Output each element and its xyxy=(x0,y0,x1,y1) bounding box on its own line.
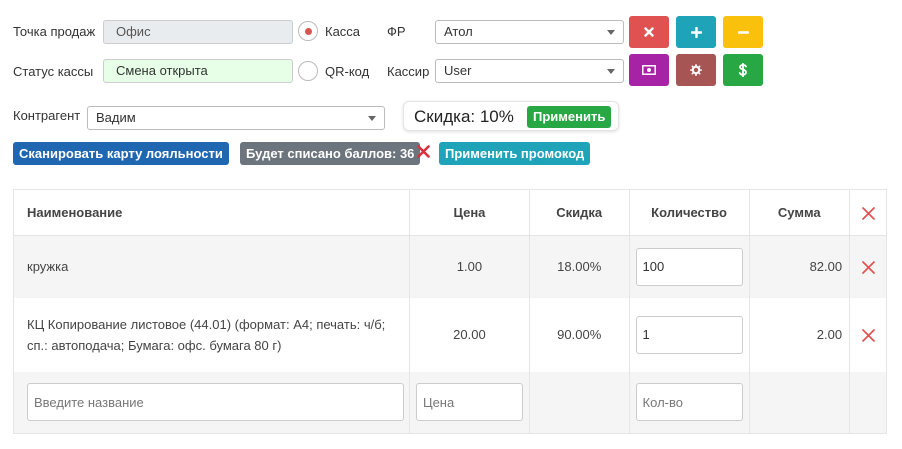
register-status-label: Статус кассы xyxy=(13,64,94,79)
col-header-discount: Скидка xyxy=(529,189,630,236)
clear-all-cell[interactable] xyxy=(849,189,887,236)
table-row: КЦ Копирование листовое (44.01) (формат:… xyxy=(13,297,887,372)
order-items-table: Наименование Цена Скидка Количество Сумм… xyxy=(13,189,887,434)
fr-select-value: Атол xyxy=(444,24,473,39)
new-name-cell xyxy=(13,371,410,434)
item-name: кружка xyxy=(13,235,410,298)
payment-button[interactable] xyxy=(723,54,763,86)
delete-row-cell[interactable] xyxy=(849,235,887,298)
item-qty-input[interactable] xyxy=(635,315,743,354)
cash-button[interactable] xyxy=(629,54,669,86)
clear-all-icon[interactable] xyxy=(861,207,875,220)
delete-row-cell[interactable] xyxy=(849,297,887,372)
times-icon xyxy=(644,27,654,37)
sale-point-label: Точка продаж xyxy=(13,24,96,39)
new-sum-cell xyxy=(749,371,851,434)
plus-icon xyxy=(690,26,702,38)
table-row: кружка 1.00 18.00% 82.00 xyxy=(13,235,887,298)
new-item-row xyxy=(13,371,887,434)
register-status-field: Смена открыта xyxy=(103,59,293,83)
counterparty-label: Контрагент xyxy=(13,108,81,123)
item-name: КЦ Копирование листовое (44.01) (формат:… xyxy=(13,297,410,372)
discount-box: Скидка: 10% Применить xyxy=(403,101,619,131)
discount-text: Скидка: 10% xyxy=(414,107,514,126)
item-discount: 90.00% xyxy=(529,297,630,372)
col-header-quantity: Количество xyxy=(629,189,750,236)
item-discount: 18.00% xyxy=(529,235,630,298)
fr-label: ФР xyxy=(387,24,406,39)
new-del-cell xyxy=(849,371,887,434)
delete-row-icon[interactable] xyxy=(861,329,875,342)
radio-qr-label: QR-код xyxy=(325,64,370,79)
money-icon xyxy=(642,65,656,75)
new-item-name-input[interactable] xyxy=(27,383,404,422)
chevron-down-icon xyxy=(368,116,376,121)
col-header-price: Цена xyxy=(409,189,530,236)
fr-select[interactable]: Атол xyxy=(435,20,624,44)
chevron-down-icon xyxy=(607,69,615,74)
radio-cash-label: Касса xyxy=(325,24,361,39)
new-discount-cell xyxy=(529,371,630,434)
counterparty-select[interactable]: Вадим xyxy=(87,106,385,130)
cashier-select-value: User xyxy=(444,63,472,78)
col-header-name: Наименование xyxy=(13,189,410,236)
new-price-cell xyxy=(409,371,530,434)
counterparty-select-value: Вадим xyxy=(96,110,136,125)
remove-points-icon[interactable] xyxy=(417,145,430,158)
chevron-down-icon xyxy=(607,30,615,35)
subtract-button[interactable] xyxy=(723,16,763,48)
gear-icon xyxy=(690,64,702,76)
apply-promo-button[interactable]: Применить промокод xyxy=(439,142,591,165)
delete-button[interactable] xyxy=(629,16,669,48)
sale-point-field: Офис xyxy=(103,20,293,44)
item-price: 1.00 xyxy=(409,235,530,298)
item-sum: 82.00 xyxy=(749,235,851,298)
dollar-icon xyxy=(738,63,747,77)
new-item-price-input[interactable] xyxy=(415,383,523,422)
cashier-select[interactable]: User xyxy=(435,59,624,83)
radio-qr[interactable] xyxy=(298,61,318,81)
apply-discount-button[interactable]: Применить xyxy=(527,106,612,128)
points-badge: Будет списано баллов: 36 xyxy=(240,142,421,165)
delete-row-icon[interactable] xyxy=(861,261,875,275)
cashier-label: Кассир xyxy=(387,64,430,79)
new-qty-cell xyxy=(629,371,750,434)
radio-cash[interactable] xyxy=(298,21,318,41)
item-qty-input[interactable] xyxy=(635,247,743,286)
settings-button[interactable] xyxy=(676,54,716,86)
col-header-sum: Сумма xyxy=(749,189,851,236)
new-item-qty-input[interactable] xyxy=(635,383,743,422)
scan-loyalty-card-button[interactable]: Сканировать карту лояльности xyxy=(13,142,229,165)
radio-selected-dot xyxy=(305,28,312,35)
item-qty-cell xyxy=(629,235,750,298)
item-price: 20.00 xyxy=(409,297,530,372)
item-qty-cell xyxy=(629,297,750,372)
table-header-row: Наименование Цена Скидка Количество Сумм… xyxy=(13,189,887,236)
minus-icon xyxy=(737,30,749,34)
item-sum: 2.00 xyxy=(749,297,851,372)
add-button[interactable] xyxy=(676,16,716,48)
